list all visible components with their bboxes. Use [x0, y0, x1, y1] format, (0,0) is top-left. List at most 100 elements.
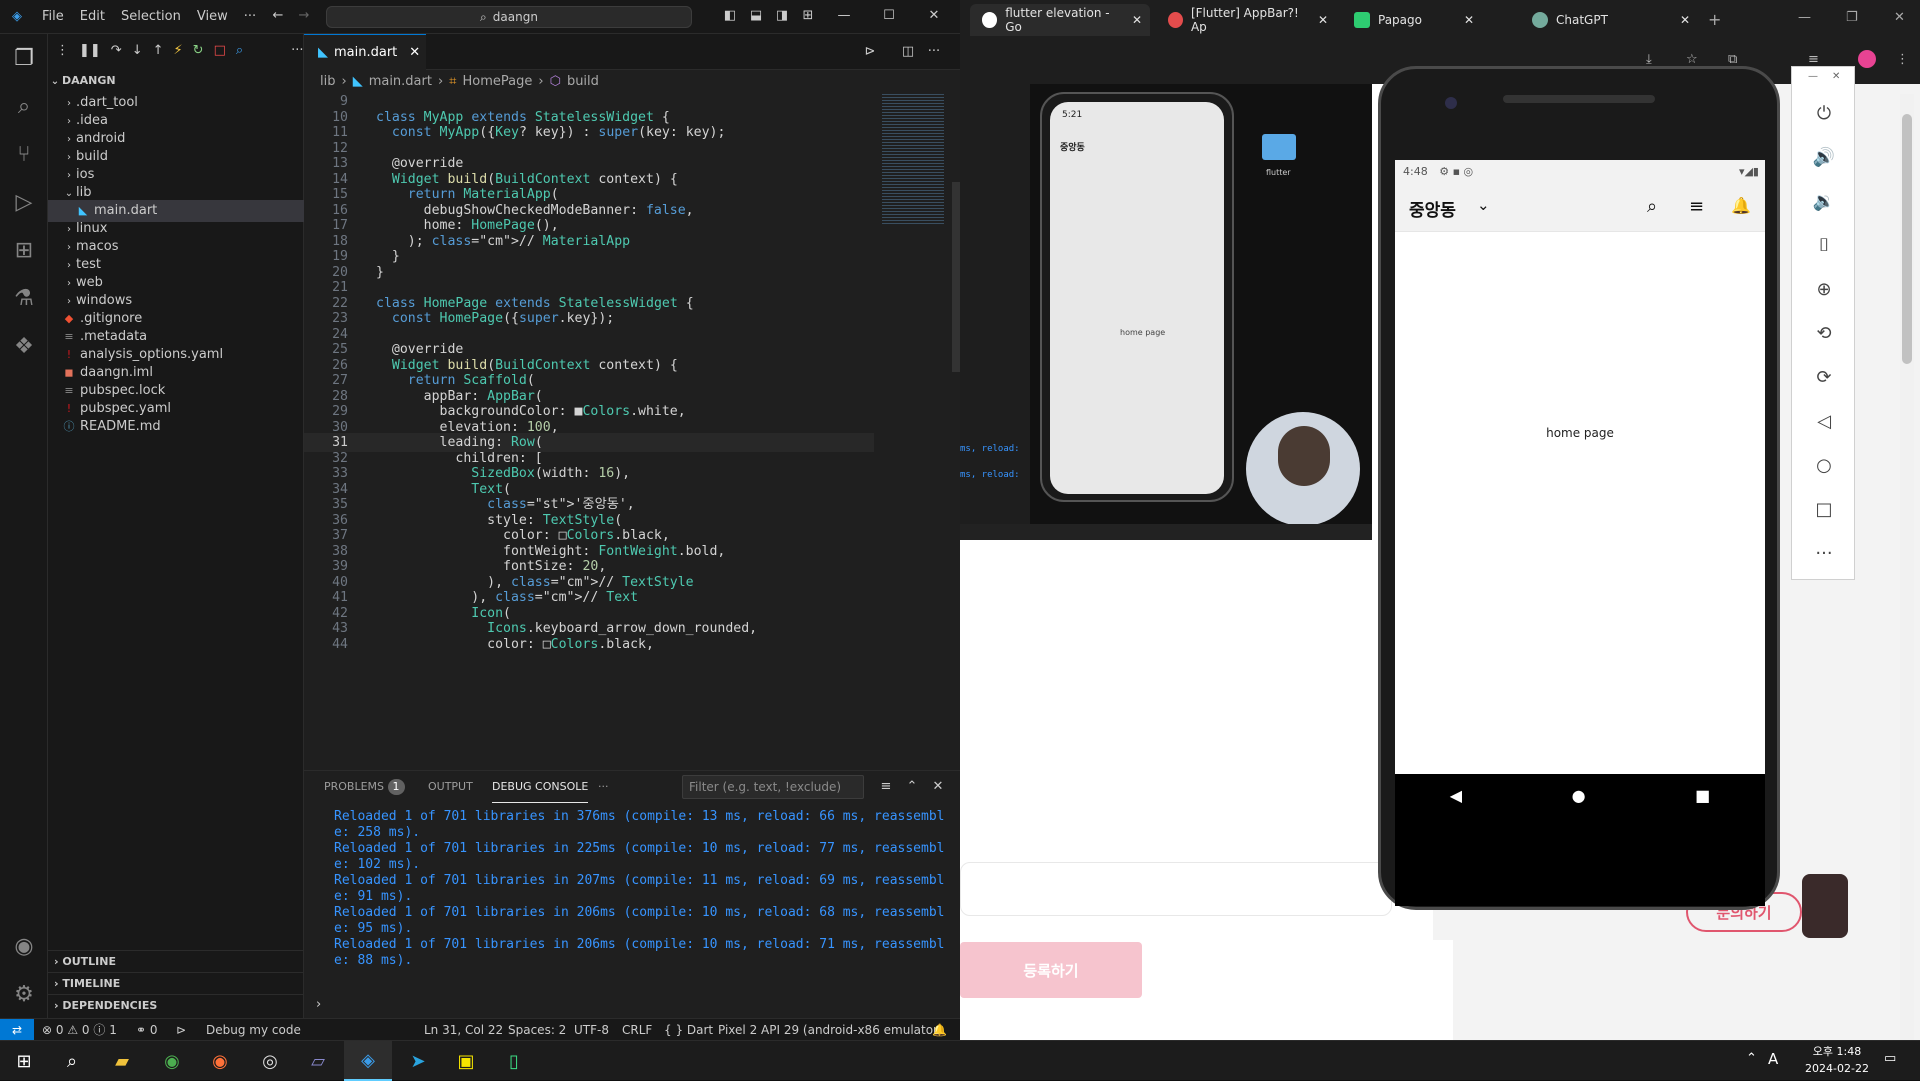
devtools-icon[interactable]: ⌕: [236, 43, 243, 58]
home-icon[interactable]: ○: [1792, 443, 1856, 487]
volume-up-icon[interactable]: 🔊: [1792, 135, 1856, 179]
scrollbar-thumb[interactable]: [952, 182, 960, 372]
pause-icon[interactable]: ❚❚: [79, 43, 101, 58]
maximize-panel-icon[interactable]: ⌃: [904, 779, 920, 795]
close-tab-icon[interactable]: ✕: [1464, 13, 1474, 27]
profile-avatar[interactable]: [1858, 50, 1876, 68]
text-input-area[interactable]: [960, 862, 1392, 916]
breadcrumb-class[interactable]: HomePage: [463, 74, 533, 89]
flutter-icon[interactable]: ❖: [0, 322, 48, 370]
nav-back-icon[interactable]: ←: [270, 8, 286, 24]
search-icon[interactable]: ⌕: [48, 1041, 96, 1081]
close-window-icon[interactable]: ✕: [926, 8, 942, 24]
minimap[interactable]: [874, 92, 960, 770]
more-options-icon[interactable]: ···: [1792, 531, 1856, 575]
home-nav-icon[interactable]: ●: [1572, 786, 1586, 805]
timeline-section[interactable]: › TIMELINE: [48, 972, 304, 994]
tray-chevron-icon[interactable]: ⌃: [1746, 1051, 1757, 1066]
menu-more[interactable]: ···: [236, 0, 264, 34]
testing-icon[interactable]: ⚗: [0, 274, 48, 322]
cursor-position[interactable]: Ln 31, Col 22: [424, 1019, 503, 1040]
toggle-sidebar-icon[interactable]: ◧: [722, 8, 738, 24]
editor-more-icon[interactable]: ···: [926, 44, 942, 60]
notepad-icon[interactable]: ▱: [294, 1041, 342, 1081]
media-icon[interactable]: ≡: [1808, 52, 1819, 67]
video-player[interactable]: ms, reload: ms, reload: 5:21 중앙동 home pa…: [960, 84, 1372, 540]
drag-handle-icon[interactable]: ⋮: [56, 43, 69, 58]
menu-selection[interactable]: Selection: [113, 0, 189, 34]
menu-view[interactable]: View: [189, 0, 236, 34]
telegram-icon[interactable]: ➤: [394, 1041, 442, 1081]
notification-center-icon[interactable]: ▭: [1884, 1051, 1896, 1066]
problems-status[interactable]: ⊗ 0 ⚠ 0 ⓘ 1: [42, 1019, 117, 1040]
explorer-icon[interactable]: ❐: [0, 34, 48, 82]
emulator-icon[interactable]: ▯: [490, 1041, 538, 1081]
maximize-icon[interactable]: ☐: [881, 8, 897, 24]
close-window-icon[interactable]: ✕: [1894, 10, 1905, 25]
toggle-secondary-sidebar-icon[interactable]: ◨: [774, 8, 790, 24]
console-prompt-icon[interactable]: ›: [316, 997, 321, 1012]
power-icon[interactable]: ⏻: [1792, 91, 1856, 135]
split-editor-icon[interactable]: ◫: [900, 44, 916, 60]
restart-icon[interactable]: ↻: [193, 43, 204, 58]
explorer-root[interactable]: ⌄ DAANGN: [48, 70, 304, 92]
tab-problems[interactable]: PROBLEMS 1: [324, 771, 405, 803]
device-selector[interactable]: Pixel 2 API 29 (android-x86 emulator): [718, 1019, 943, 1040]
close-tab-icon[interactable]: ✕: [1318, 13, 1328, 27]
outline-section[interactable]: › OUTLINE: [48, 950, 304, 972]
stop-icon[interactable]: □: [214, 43, 226, 58]
menu-icon[interactable]: ≡: [1689, 196, 1704, 217]
settings-gear-icon[interactable]: ⚙: [0, 970, 48, 1018]
restore-icon[interactable]: ❐: [1846, 10, 1858, 25]
register-button[interactable]: 등록하기: [960, 942, 1142, 998]
zoom-icon[interactable]: ⊕: [1792, 267, 1856, 311]
video-controls[interactable]: [960, 524, 1372, 540]
ime-indicator[interactable]: A: [1768, 1050, 1778, 1068]
menu-file[interactable]: File: [34, 0, 72, 34]
app-icon[interactable]: ◎: [246, 1041, 294, 1081]
file-explorer-icon[interactable]: ▰: [98, 1041, 146, 1081]
browser-menu-icon[interactable]: ⋮: [1896, 52, 1909, 67]
console-filter-input[interactable]: Filter (e.g. text, !exclude): [682, 775, 864, 799]
minimize-icon[interactable]: —: [836, 8, 852, 24]
location-title[interactable]: 중앙동: [1409, 196, 1456, 221]
back-icon[interactable]: ◁: [1792, 399, 1856, 443]
chevron-down-icon[interactable]: ⌄: [1477, 196, 1490, 214]
language-mode[interactable]: { } Dart: [664, 1019, 713, 1040]
notifications-bell-icon[interactable]: 🔔: [932, 1019, 947, 1040]
close-tab-icon[interactable]: ✕: [1132, 13, 1142, 27]
dependencies-section[interactable]: › DEPENDENCIES: [48, 994, 304, 1016]
overview-icon[interactable]: □: [1792, 487, 1856, 531]
debug-config[interactable]: Debug my code: [206, 1019, 301, 1040]
word-wrap-icon[interactable]: ≡: [878, 779, 894, 795]
recents-nav-icon[interactable]: ■: [1695, 786, 1710, 805]
chrome-icon[interactable]: ◉: [148, 1041, 196, 1081]
remote-icon[interactable]: ⇄: [0, 1019, 34, 1040]
clock[interactable]: 오후 1:48 2024-02-22: [1792, 1043, 1882, 1077]
command-center-search[interactable]: ⌕ daangn: [326, 6, 692, 28]
close-panel-icon[interactable]: ✕: [930, 779, 946, 795]
browser-tab-google[interactable]: flutter elevation - Go ✕: [970, 4, 1150, 36]
search-view-icon[interactable]: ⌕: [0, 82, 48, 130]
kakaotalk-icon[interactable]: ▣: [442, 1041, 490, 1081]
rotate-right-icon[interactable]: ⟳: [1792, 355, 1856, 399]
minimize-icon[interactable]: —: [1798, 10, 1811, 25]
search-icon[interactable]: ⌕: [1647, 196, 1657, 217]
tab-main-dart[interactable]: ◣ main.dart ✕: [304, 34, 426, 70]
camera-icon[interactable]: ⌷: [1792, 223, 1856, 267]
hot-reload-icon[interactable]: ⚡: [174, 43, 183, 58]
browser-tab-flutter-appbar[interactable]: [Flutter] AppBar?! Ap ✕: [1156, 4, 1336, 36]
emulator-screen[interactable]: 4:48 ⚙ ▪ ◎ ▾◢▮ 중앙동 ⌄ ⌕ ≡ 🔔 home page: [1395, 160, 1765, 774]
volume-down-icon[interactable]: 🔉: [1792, 179, 1856, 223]
more-actions-icon[interactable]: ···: [291, 43, 303, 58]
encoding[interactable]: UTF-8: [574, 1019, 609, 1040]
breadcrumb-lib[interactable]: lib: [320, 74, 335, 89]
browser-tab-chatgpt[interactable]: ChatGPT ✕: [1520, 4, 1698, 36]
tab-debug-console[interactable]: DEBUG CONSOLE: [492, 771, 589, 803]
browser-tab-papago[interactable]: Papago ✕: [1342, 4, 1482, 36]
tab-output[interactable]: OUTPUT: [428, 771, 473, 803]
close-tab-icon[interactable]: ✕: [1680, 13, 1690, 27]
ports-status[interactable]: ⚭ 0: [136, 1019, 158, 1040]
breadcrumb-file[interactable]: main.dart: [369, 74, 432, 89]
vscode-taskbar-icon[interactable]: ◈: [344, 1041, 392, 1081]
